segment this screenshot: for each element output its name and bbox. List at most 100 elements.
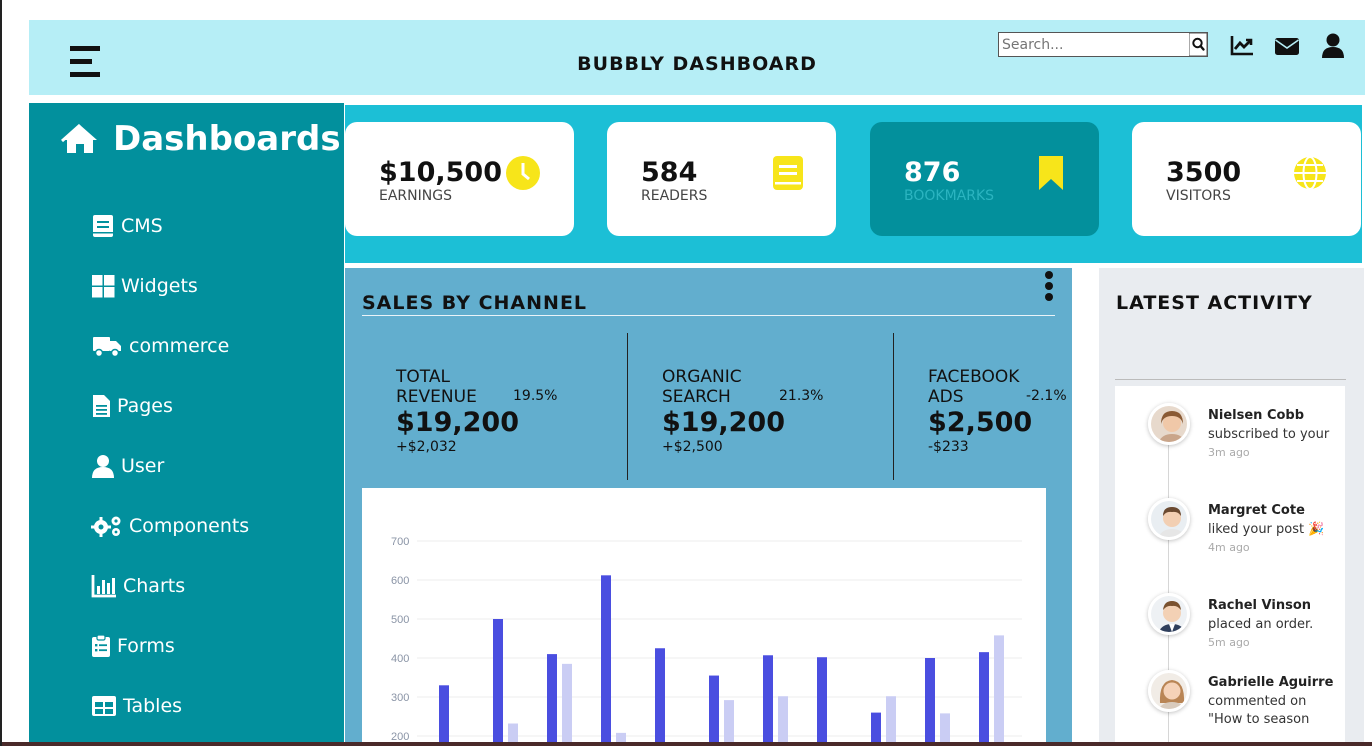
activity-time: 4m ago xyxy=(1208,541,1250,554)
stats-cards-band: $10,500 EARNINGS 584 READERS 876 BOOKMAR… xyxy=(345,105,1362,263)
sidebar-item-cms[interactable]: CMS xyxy=(91,214,163,238)
stat-delta: +$2,032 xyxy=(396,439,457,455)
card-label: VISITORS xyxy=(1166,188,1231,204)
activity-name: Margret Cote xyxy=(1208,503,1305,518)
activity-text: Gabrielle Aguirre commented on "How to s… xyxy=(1208,674,1338,730)
stat-percent: -2.1% xyxy=(1026,388,1067,404)
sidebar-title[interactable]: Dashboards xyxy=(61,119,341,159)
book-icon xyxy=(93,215,113,237)
y-tick-label: 500 xyxy=(391,614,409,626)
card-value: 876 xyxy=(904,157,961,188)
chart-bar[interactable] xyxy=(778,696,788,748)
sales-chart: 200 300 400 500 600 700 xyxy=(362,488,1046,748)
card-label: BOOKMARKS xyxy=(904,188,995,204)
divider xyxy=(1115,379,1346,380)
divider xyxy=(893,333,894,480)
readers-card[interactable]: 584 READERS xyxy=(607,122,836,236)
activity-name: Rachel Vinson xyxy=(1208,598,1312,613)
stat-value: $2,500 xyxy=(928,407,1033,438)
chart-bar[interactable] xyxy=(871,712,881,748)
chart-bar[interactable] xyxy=(655,648,665,748)
activity-panel-title: LATEST ACTIVITY xyxy=(1116,292,1313,314)
activity-name: Gabrielle Aguirre xyxy=(1208,675,1334,690)
sidebar-item-components[interactable]: Components xyxy=(91,514,249,538)
chart-bar[interactable] xyxy=(562,663,572,748)
stat-delta: -$233 xyxy=(928,439,969,455)
book-icon xyxy=(773,156,803,190)
stat-name: TOTAL REVENUE xyxy=(396,367,477,407)
activity-name: Nielsen Cobb xyxy=(1208,408,1305,423)
sidebar-item-label: commerce xyxy=(129,335,230,357)
sidebar-item-label: Components xyxy=(129,515,250,537)
chart-bar[interactable] xyxy=(925,658,935,748)
chart-bar[interactable] xyxy=(763,655,773,748)
chart-bar[interactable] xyxy=(493,619,503,748)
avatar xyxy=(1148,593,1190,635)
stat-name: FACEBOOK ADS xyxy=(928,367,1020,407)
clock-icon xyxy=(506,156,540,190)
avatar xyxy=(1148,498,1190,540)
chart-icon xyxy=(91,575,116,598)
card-label: READERS xyxy=(641,188,708,204)
activity-time: 3m ago xyxy=(1208,446,1250,459)
stat-facebook-ads: FACEBOOK ADS -2.1% $2,500 -$233 xyxy=(928,367,1072,455)
visitors-card[interactable]: 3500 VISITORS xyxy=(1132,122,1361,236)
chart-bar[interactable] xyxy=(979,652,989,748)
bookmarks-card[interactable]: 876 BOOKMARKS xyxy=(870,122,1099,236)
chart-bar[interactable] xyxy=(724,700,734,748)
activity-message: placed an order. xyxy=(1208,616,1314,632)
bar-chart: 200300400500600700 xyxy=(391,536,1022,748)
table-icon xyxy=(92,696,116,716)
bookmark-icon xyxy=(1039,156,1063,190)
sidebar-item-charts[interactable]: Charts xyxy=(91,574,185,598)
chart-bar[interactable] xyxy=(547,654,557,748)
sidebar-item-tables[interactable]: Tables xyxy=(91,694,182,718)
card-label: EARNINGS xyxy=(379,188,452,204)
sidebar-item-widgets[interactable]: Widgets xyxy=(91,274,198,298)
divider xyxy=(627,333,628,480)
activity-time: 5m ago xyxy=(1208,636,1250,649)
trending-chart-icon[interactable] xyxy=(1228,32,1256,60)
truck-icon xyxy=(93,337,121,358)
search-icon[interactable] xyxy=(1189,33,1207,56)
user-account-icon[interactable] xyxy=(1319,32,1347,60)
stat-delta: +$2,500 xyxy=(662,439,723,455)
window-bottom-edge xyxy=(2,742,1372,746)
sidebar-item-forms[interactable]: Forms xyxy=(91,634,175,658)
sidebar-item-label: Tables xyxy=(123,695,183,717)
chart-bar[interactable] xyxy=(817,657,827,748)
sidebar-item-label: User xyxy=(121,455,165,477)
card-value: $10,500 xyxy=(379,157,502,188)
avatar xyxy=(1148,670,1190,712)
stat-organic-search: ORGANIC SEARCH 21.3% $19,200 +$2,500 xyxy=(662,367,892,455)
chart-bar[interactable] xyxy=(709,675,719,748)
more-options-icon[interactable] xyxy=(1044,271,1054,303)
chart-bar[interactable] xyxy=(994,635,1004,748)
file-icon xyxy=(93,395,110,417)
cogs-icon xyxy=(91,516,121,537)
sidebar-item-commerce[interactable]: commerce xyxy=(91,334,229,358)
activity-message: subscribed to your xyxy=(1208,426,1330,442)
sidebar-item-label: CMS xyxy=(121,215,163,237)
chart-bar[interactable] xyxy=(886,696,896,748)
sidebar-item-pages[interactable]: Pages xyxy=(91,394,173,418)
y-tick-label: 700 xyxy=(391,536,409,548)
search-input[interactable] xyxy=(999,33,1189,56)
y-tick-label: 300 xyxy=(391,692,409,704)
activity-message: commented on "How to season xyxy=(1208,693,1310,728)
activity-text: Margret Cote liked your post 🎉 4m ago xyxy=(1208,502,1338,558)
chart-bar[interactable] xyxy=(439,685,449,748)
earnings-card[interactable]: $10,500 EARNINGS xyxy=(345,122,574,236)
card-value: 3500 xyxy=(1166,157,1242,188)
chart-bar[interactable] xyxy=(601,575,611,748)
stat-name: ORGANIC SEARCH xyxy=(662,367,742,407)
activity-text: Nielsen Cobb subscribed to your 3m ago xyxy=(1208,407,1338,463)
latest-activity-panel: LATEST ACTIVITY Nielsen Cobb subscribed … xyxy=(1099,268,1364,746)
clipboard-icon xyxy=(92,634,110,657)
sidebar-item-user[interactable]: User xyxy=(91,454,164,478)
search-box xyxy=(998,32,1208,57)
stat-percent: 21.3% xyxy=(779,388,824,404)
sales-by-channel-panel: SALES BY CHANNEL TOTAL REVENUE 19.5% $19… xyxy=(345,268,1072,748)
sidebar-title-label: Dashboards xyxy=(113,119,341,159)
envelope-icon[interactable] xyxy=(1273,32,1301,60)
